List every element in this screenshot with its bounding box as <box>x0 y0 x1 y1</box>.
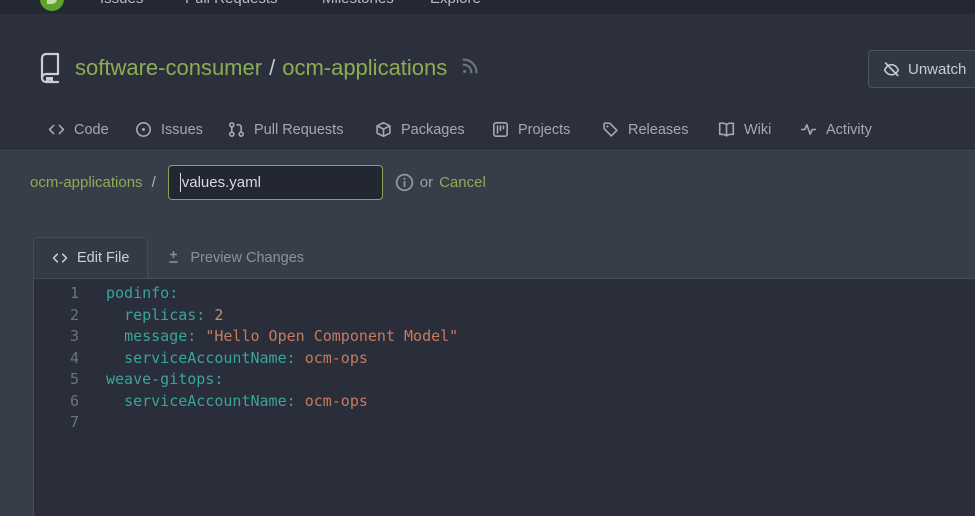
text-caret <box>179 172 181 192</box>
line-number: 3 <box>69 327 79 345</box>
tab-code[interactable]: Code <box>48 110 109 149</box>
nav-item-explore[interactable]: Explore <box>430 0 481 7</box>
tab-preview-changes[interactable]: Preview Changes <box>148 237 322 278</box>
code-line-text: podinfo: <box>106 284 179 302</box>
code-line[interactable]: 7 <box>34 412 975 434</box>
nav-item-pull-requests[interactable]: Pull Requests <box>185 0 278 7</box>
tab-issues-label: Issues <box>161 121 203 138</box>
line-number: 4 <box>69 348 79 367</box>
tab-projects-label: Projects <box>518 121 571 138</box>
tag-icon <box>603 122 618 137</box>
top-navbar: Issues Pull Requests Milestones Explore <box>0 0 975 14</box>
main-content: ocm-applications / or Cancel Edit File <box>0 150 975 516</box>
line-number: 1 <box>69 284 79 302</box>
file-path-breadcrumb: ocm-applications / or Cancel <box>30 150 486 214</box>
code-editor[interactable]: 1 podinfo: 2 replicas: 23 message: "Hello … <box>33 278 975 516</box>
gitea-edit-file-page: { "topnav": { "items": ["Issues", "Pull … <box>0 0 975 516</box>
tab-wiki[interactable]: Wiki <box>718 110 771 149</box>
tab-edit-file[interactable]: Edit File <box>33 237 149 278</box>
tab-activity[interactable]: Activity <box>800 110 872 149</box>
code-line-text: serviceAccountName: ocm-ops <box>124 391 368 410</box>
code-line-text: replicas: 2 <box>124 305 224 324</box>
tab-edit-file-label: Edit File <box>77 250 130 266</box>
tab-preview-changes-label: Preview Changes <box>190 249 305 266</box>
code-line[interactable]: 5 weave-gitops: <box>34 369 975 391</box>
gitea-logo-icon[interactable] <box>40 0 64 11</box>
breadcrumb-repo-link[interactable]: ocm-applications <box>30 174 143 191</box>
line-number: 2 <box>69 305 79 324</box>
tab-activity-label: Activity <box>826 121 872 138</box>
package-cube-icon <box>376 121 391 138</box>
code-line[interactable]: 1 podinfo: <box>34 283 975 305</box>
activity-pulse-icon <box>800 124 817 135</box>
tab-releases-label: Releases <box>628 121 689 138</box>
code-lines: 1 podinfo: 2 replicas: 23 message: "Hello … <box>34 283 975 434</box>
line-number: 6 <box>69 391 79 410</box>
code-line-text: weave-gitops: <box>106 370 224 388</box>
or-label: or <box>419 173 434 191</box>
eye-closed-icon <box>883 61 900 76</box>
code-line-text: message: "Hello Open Component Model" <box>124 327 459 345</box>
repo-title-separator: / <box>269 55 276 80</box>
repo-book-icon <box>40 52 60 84</box>
code-icon <box>52 253 68 263</box>
code-line[interactable]: 2 replicas: 2 <box>34 305 975 327</box>
code-line[interactable]: 3 message: "Hello Open Component Model" <box>34 326 975 348</box>
tab-wiki-label: Wiki <box>744 121 772 138</box>
repo-name-link[interactable]: ocm-applications <box>282 55 447 80</box>
project-board-icon <box>493 122 508 137</box>
wiki-book-icon <box>718 122 735 137</box>
issue-circle-dot-icon <box>136 122 151 137</box>
code-line[interactable]: 6 serviceAccountName: ocm-ops <box>34 391 975 413</box>
line-number: 7 <box>69 413 79 431</box>
tab-pull-requests-label: Pull Requests <box>254 121 344 138</box>
unwatch-button[interactable]: Unwatch <box>868 50 975 88</box>
rss-feed-icon[interactable] <box>461 57 479 80</box>
nav-item-issues[interactable]: Issues <box>100 0 143 7</box>
code-line-text: serviceAccountName: ocm-ops <box>124 348 368 367</box>
repo-header: software-consumer / ocm-applications Unw… <box>0 14 975 149</box>
breadcrumb-separator: / <box>151 173 156 191</box>
repo-tab-bar: Code Issues Pull Requests Packages Proje… <box>0 110 975 149</box>
filename-input-wrap <box>167 164 383 200</box>
unwatch-label: Unwatch <box>908 60 967 78</box>
code-icon <box>48 124 65 135</box>
repo-title: software-consumer / ocm-applications <box>36 52 479 84</box>
tab-releases[interactable]: Releases <box>602 110 688 149</box>
diff-icon <box>169 250 179 263</box>
line-number: 5 <box>69 370 79 388</box>
nav-item-milestones[interactable]: Milestones <box>322 0 394 7</box>
editor-tab-bar: Edit File Preview Changes <box>33 237 322 278</box>
filename-input[interactable] <box>167 164 383 200</box>
tab-issues[interactable]: Issues <box>135 110 203 149</box>
git-pull-request-icon <box>229 122 244 137</box>
repo-owner-link[interactable]: software-consumer <box>75 55 262 80</box>
tab-projects[interactable]: Projects <box>492 110 570 149</box>
info-icon[interactable] <box>395 173 414 192</box>
tab-packages-label: Packages <box>401 121 465 138</box>
cancel-link[interactable]: Cancel <box>439 174 486 191</box>
tab-code-label: Code <box>74 121 109 138</box>
tab-packages[interactable]: Packages <box>375 110 465 149</box>
tab-pull-requests[interactable]: Pull Requests <box>228 110 343 149</box>
code-line[interactable]: 4 serviceAccountName: ocm-ops <box>34 348 975 370</box>
